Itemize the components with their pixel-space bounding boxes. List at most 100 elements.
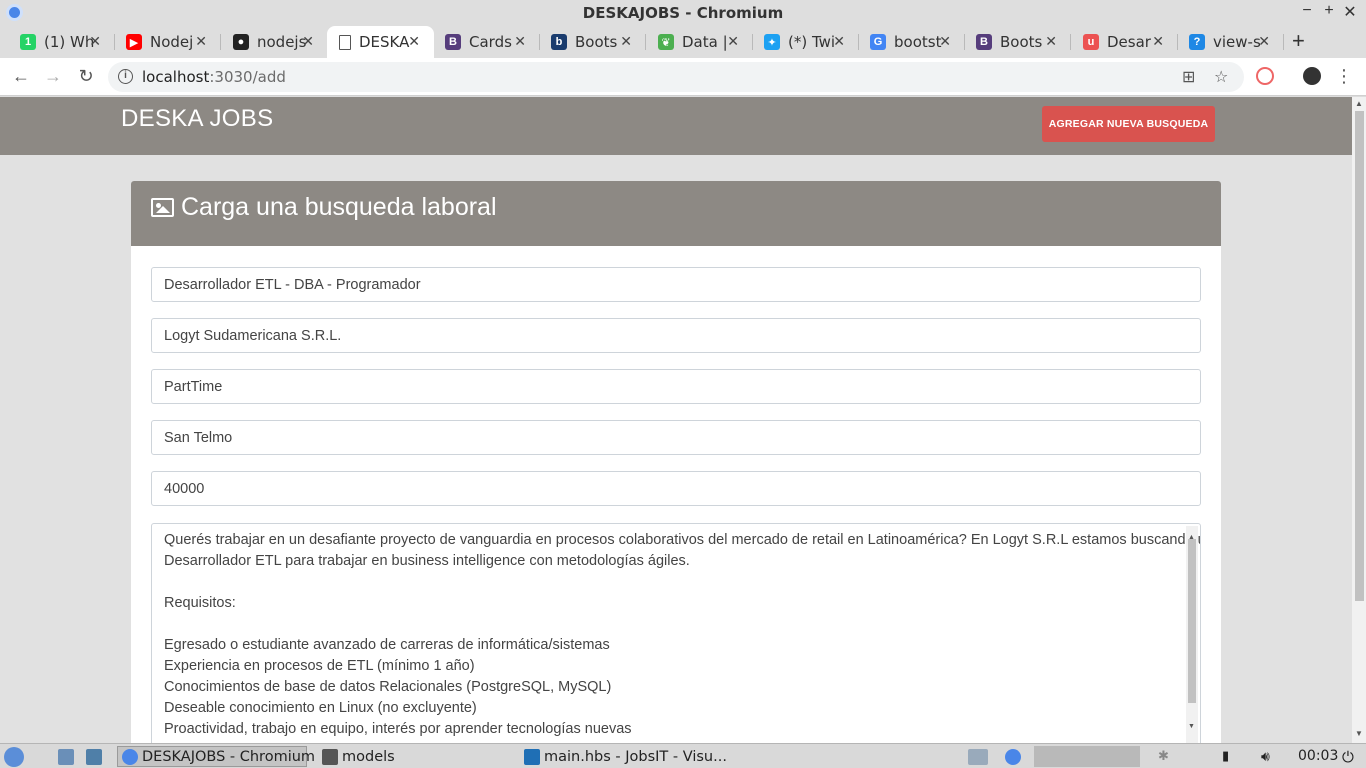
tab-close-icon[interactable]: ✕ xyxy=(408,33,420,50)
url-text[interactable]: localhost:3030/add xyxy=(142,68,286,86)
page-viewport: DESKA JOBS AGREGAR NUEVA BUSQUEDA Carga … xyxy=(0,97,1352,743)
tray-chromium[interactable] xyxy=(1005,746,1025,767)
bluetooth-icon[interactable]: ✱ xyxy=(1158,746,1169,767)
github-icon: ● xyxy=(233,34,249,50)
chromium-tray-icon xyxy=(1005,748,1021,765)
window-titlebar: DESKAJOBS - Chromium − + ✕ xyxy=(0,0,1366,26)
url-host: localhost xyxy=(142,68,210,86)
page-scroll-up-icon[interactable]: ▲ xyxy=(1355,99,1363,108)
description-textarea[interactable]: Querés trabajar en un desafiante proyect… xyxy=(151,523,1201,743)
job-title-input[interactable] xyxy=(151,267,1201,302)
taskbar-item-label: models xyxy=(342,748,395,765)
scroll-down-icon[interactable]: ▼ xyxy=(1188,716,1195,737)
os-taskbar: DESKAJOBS - Chromium models main.hbs - J… xyxy=(0,743,1366,768)
back-button[interactable]: ← xyxy=(10,66,32,87)
tab-close-icon[interactable]: ✕ xyxy=(1152,33,1164,50)
page-scrollbar[interactable]: ▲ ▼ xyxy=(1352,97,1366,743)
mongodb-icon: ❦ xyxy=(658,34,674,50)
tab-5[interactable]: B Cards ✕ xyxy=(433,26,540,58)
add-search-button[interactable]: AGREGAR NUEVA BUSQUEDA xyxy=(1042,106,1215,142)
tab-7[interactable]: ❦ Data | ✕ xyxy=(646,26,753,58)
description-line xyxy=(164,572,1170,593)
tab-11[interactable]: u Desar ✕ xyxy=(1071,26,1178,58)
tab-4[interactable]: DESKA ✕ xyxy=(327,26,434,58)
job-form-card: Carga una busqueda laboral Querés trabaj… xyxy=(131,181,1221,743)
tab-close-icon[interactable]: ✕ xyxy=(514,33,526,50)
taskbar-item-vscode[interactable]: main.hbs - JobsIT - Visu... xyxy=(522,746,727,767)
bootstrap-blog-icon: b xyxy=(551,34,567,50)
job-type-input[interactable] xyxy=(151,369,1201,404)
workspace-pager[interactable] xyxy=(1034,746,1140,767)
site-navbar: DESKA JOBS AGREGAR NUEVA BUSQUEDA xyxy=(0,97,1352,155)
location-input[interactable] xyxy=(151,420,1201,455)
youtube-icon: ▶ xyxy=(126,34,142,50)
tab-close-icon[interactable]: ✕ xyxy=(620,33,632,50)
profile-avatar[interactable] xyxy=(1303,67,1321,85)
tab-close-icon[interactable]: ✕ xyxy=(89,33,101,50)
workspace-icon xyxy=(86,748,102,765)
tab-1[interactable]: 1 (1) Wh ✕ xyxy=(8,26,115,58)
maximize-button[interactable]: + xyxy=(1319,2,1339,20)
tray-window-icon[interactable] xyxy=(968,746,992,767)
company-input[interactable] xyxy=(151,318,1201,353)
stackoverflow-icon: ? xyxy=(1189,34,1205,50)
tab-8[interactable]: ✦ (*) Twi ✕ xyxy=(752,26,859,58)
google-icon: G xyxy=(870,34,886,50)
start-icon xyxy=(4,746,24,767)
tab-2[interactable]: ▶ Nodej ✕ xyxy=(114,26,221,58)
tab-close-icon[interactable]: ✕ xyxy=(939,33,951,50)
minimize-button[interactable]: − xyxy=(1297,2,1317,20)
forward-button[interactable]: → xyxy=(42,66,64,87)
page-scroll-thumb[interactable] xyxy=(1355,111,1364,601)
tab-strip: 1 (1) Wh ✕ ▶ Nodej ✕ ● nodejs ✕ DESKA ✕ B Cards ✕ b Boo… xyxy=(0,26,1366,58)
taskbar-item-chromium[interactable]: DESKAJOBS - Chromium xyxy=(117,746,315,767)
browser-toolbar: ← → ↻ i localhost:3030/add ⊞ ☆ ⋮ xyxy=(0,58,1366,96)
reload-button[interactable]: ↻ xyxy=(75,66,97,87)
volume-icon[interactable]: 🔊︎ xyxy=(1261,746,1270,767)
close-window-button[interactable]: ✕ xyxy=(1340,2,1360,22)
taskbar-item-label: DESKAJOBS - Chromium xyxy=(142,748,316,765)
tab-6[interactable]: b Boots ✕ xyxy=(539,26,646,58)
new-tab-button[interactable]: + xyxy=(1292,28,1305,54)
site-brand[interactable]: DESKA JOBS xyxy=(121,105,273,133)
description-line: Egresado o estudiante avanzado de carrer… xyxy=(164,637,610,653)
start-menu-button[interactable] xyxy=(4,746,48,767)
tab-close-icon[interactable]: ✕ xyxy=(833,33,845,50)
page-scroll-down-icon[interactable]: ▼ xyxy=(1355,729,1363,738)
folder-icon xyxy=(322,748,338,765)
textarea-scrollbar[interactable]: ▲ ▼ xyxy=(1186,526,1198,743)
menu-kebab-icon[interactable]: ⋮ xyxy=(1333,66,1355,87)
tab-close-icon[interactable]: ✕ xyxy=(1045,33,1057,50)
tab-10[interactable]: B Boots ✕ xyxy=(964,26,1071,58)
tab-3[interactable]: ● nodejs ✕ xyxy=(221,26,328,58)
card-title: Carga una busqueda laboral xyxy=(181,193,497,221)
description-line: Requisitos: xyxy=(164,595,236,611)
address-bar[interactable]: i localhost:3030/add ⊞ ☆ xyxy=(108,62,1244,92)
taskbar-item-models[interactable]: models xyxy=(320,746,510,767)
page-icon xyxy=(339,34,351,50)
tab-close-icon[interactable]: ✕ xyxy=(1258,33,1270,50)
vscode-icon xyxy=(524,748,540,765)
salary-input[interactable] xyxy=(151,471,1201,506)
tab-close-icon[interactable]: ✕ xyxy=(727,33,739,50)
tab-close-icon[interactable]: ✕ xyxy=(302,33,314,50)
show-desktop-button[interactable] xyxy=(58,746,78,767)
translate-icon[interactable]: ⊞ xyxy=(1182,67,1195,87)
window-title: DESKAJOBS - Chromium xyxy=(582,4,784,22)
description-line: Desarrollador ETL para trabajar en busin… xyxy=(164,553,690,569)
udemy-icon: u xyxy=(1083,34,1099,50)
power-icon[interactable]: ⏻ xyxy=(1342,746,1354,767)
textarea-scroll-thumb[interactable] xyxy=(1188,539,1196,703)
info-icon[interactable]: i xyxy=(118,69,133,84)
network-icon[interactable]: ▮ xyxy=(1222,746,1229,767)
description-line: Experiencia en procesos de ETL (mínimo 1… xyxy=(164,658,475,674)
tab-12[interactable]: ? view-s ✕ xyxy=(1177,26,1284,58)
workspace-switcher[interactable] xyxy=(86,746,106,767)
tab-9[interactable]: Gbootst ✕ xyxy=(858,26,965,58)
bookmark-star-icon[interactable]: ☆ xyxy=(1214,67,1228,87)
chromium-icon xyxy=(122,748,138,765)
extension-icon[interactable] xyxy=(1256,67,1274,85)
window-list-icon xyxy=(968,748,988,765)
description-line xyxy=(164,614,1170,635)
tab-close-icon[interactable]: ✕ xyxy=(195,33,207,50)
